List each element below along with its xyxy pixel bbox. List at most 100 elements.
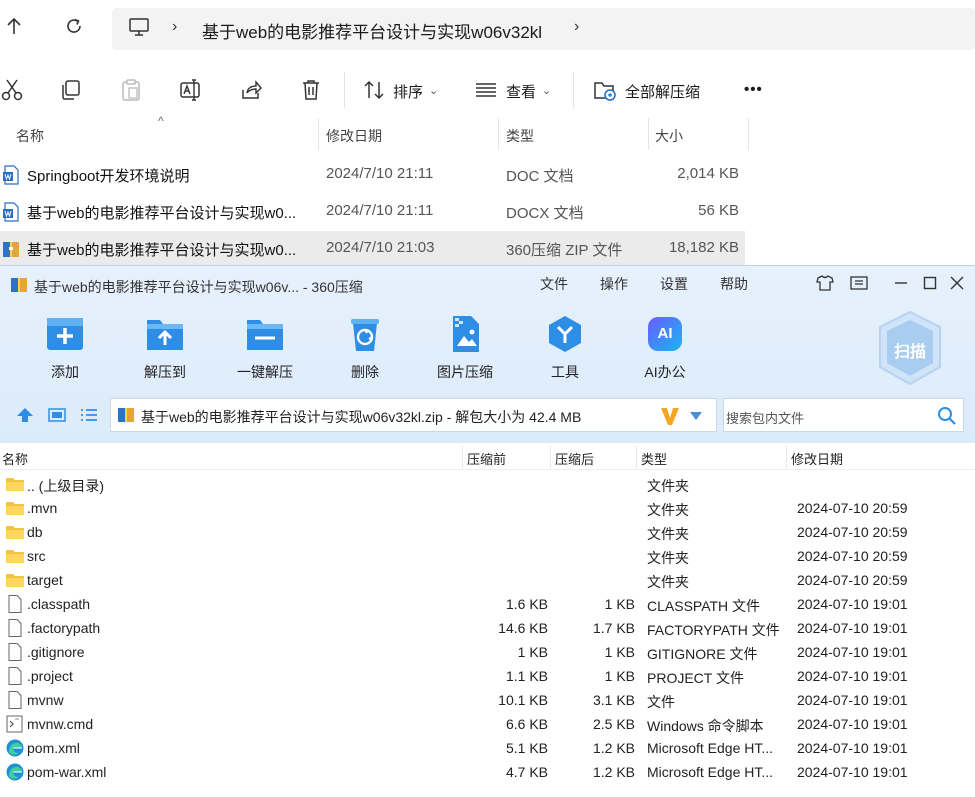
feedback-icon[interactable]: [848, 272, 870, 294]
zip-entry-row[interactable]: mvnw 10.1 KB 3.1 KB 文件 2024-07-10 19:01: [0, 688, 975, 712]
dropdown-arrow-icon[interactable]: [689, 411, 703, 421]
zip-entry-row[interactable]: .mvn 文件夹 2024-07-10 20:59: [0, 496, 975, 520]
file-row[interactable]: 基于web的电影推荐平台设计与实现w0... 2024/7/10 21:11 D…: [0, 194, 745, 228]
folder-icon: [6, 478, 24, 491]
entry-name: db: [27, 524, 43, 540]
chevron-right-icon[interactable]: ›: [574, 18, 579, 36]
zip-entry-row[interactable]: mvnw.cmd 6.6 KB 2.5 KB Windows 命令脚本 2024-07-…: [0, 712, 975, 736]
refresh-icon[interactable]: [60, 12, 88, 40]
entry-size-before: 6.6 KB: [505, 716, 548, 732]
entry-size-before: 1 KB: [517, 644, 548, 660]
paste-icon[interactable]: [119, 78, 143, 102]
list-view-icon[interactable]: [80, 407, 98, 423]
zip-entry-row[interactable]: .project 1.1 KB 1 KB PROJECT 文件 2024-07-10 1…: [0, 664, 975, 688]
zip-entry-row[interactable]: .. (上级目录) 文件夹: [0, 472, 975, 496]
column-name[interactable]: 名称: [2, 449, 28, 468]
delete-icon[interactable]: [299, 78, 323, 102]
address-bar[interactable]: › 基于web的电影推荐平台设计与实现w06v32kl ›: [112, 8, 975, 50]
entry-name: src: [27, 548, 46, 564]
sort-icon[interactable]: [362, 78, 386, 102]
one-click-folder-icon: [247, 320, 283, 350]
entry-type: CLASSPATH 文件: [647, 598, 761, 614]
column-divider[interactable]: [318, 118, 319, 150]
tools-button[interactable]: 工具: [525, 312, 605, 382]
one-click-extract-button[interactable]: 一键解压: [225, 312, 305, 382]
more-options-button[interactable]: •••: [744, 81, 763, 98]
chevron-right-icon[interactable]: ›: [172, 18, 177, 36]
menu-help[interactable]: 帮助: [720, 274, 748, 294]
thumbnail-view-icon[interactable]: [48, 407, 66, 423]
zip-entry-row[interactable]: pom-war.xml 4.7 KB 1.2 KB Microsoft Edge HT…: [0, 760, 975, 784]
entry-type: 文件夹: [647, 574, 689, 590]
entry-size-after: 3.1 KB: [592, 692, 635, 708]
file-row[interactable]: Springboot开发环境说明 2024/7/10 21:11 DOC 文档 …: [0, 157, 745, 191]
zip-entry-row[interactable]: .classpath 1.6 KB 1 KB CLASSPATH 文件 2024-07-…: [0, 592, 975, 616]
zip-entry-row[interactable]: pom.xml 5.1 KB 1.2 KB Microsoft Edge HT... 2…: [0, 736, 975, 760]
tools-label: 工具: [551, 364, 579, 380]
column-divider[interactable]: [748, 118, 749, 150]
up-level-icon[interactable]: [16, 407, 34, 423]
add-button[interactable]: 添加: [25, 312, 105, 382]
search-in-archive[interactable]: 搜索包内文件: [723, 398, 964, 432]
archive-path-text: 基于web的电影推荐平台设计与实现w06v32kl.zip - 解包大小为 42…: [141, 409, 582, 425]
zip-entry-row[interactable]: src 文件夹 2024-07-10 20:59: [0, 544, 975, 568]
close-icon[interactable]: [946, 272, 968, 294]
entry-date: 2024-07-10 19:01: [797, 764, 908, 780]
column-type[interactable]: 类型: [641, 449, 667, 468]
file-icon: [8, 691, 22, 709]
chevron-down-icon[interactable]: ⌄: [429, 84, 438, 97]
file-icon: [8, 643, 22, 661]
column-date[interactable]: 修改日期: [791, 449, 843, 468]
file-type: DOC 文档: [506, 168, 574, 185]
column-date[interactable]: 修改日期: [326, 126, 382, 146]
zip-entry-row[interactable]: target 文件夹 2024-07-10 20:59: [0, 568, 975, 592]
extract-to-button[interactable]: 解压到: [125, 312, 205, 382]
menu-settings[interactable]: 设置: [660, 274, 688, 294]
sort-button[interactable]: 排序: [393, 81, 423, 102]
chevron-down-icon[interactable]: ⌄: [542, 84, 551, 97]
entry-size-after: 1 KB: [604, 668, 635, 684]
image-compress-button[interactable]: 图片压缩: [425, 312, 505, 382]
column-divider[interactable]: [636, 446, 637, 468]
rename-icon[interactable]: [179, 78, 203, 102]
search-icon[interactable]: [937, 406, 957, 426]
breadcrumb-folder[interactable]: 基于web的电影推荐平台设计与实现w06v32kl: [202, 18, 542, 43]
zip-entry-row[interactable]: db 文件夹 2024-07-10 20:59: [0, 520, 975, 544]
maximize-icon[interactable]: [919, 272, 941, 294]
v-logo-icon[interactable]: [659, 405, 681, 427]
menu-operate[interactable]: 操作: [600, 274, 628, 294]
cut-icon[interactable]: [0, 78, 24, 102]
column-type[interactable]: 类型: [506, 126, 534, 146]
zip-entry-row[interactable]: .gitignore 1 KB 1 KB GITIGNORE 文件 2024-07-10…: [0, 640, 975, 664]
entry-type: 文件夹: [647, 478, 689, 494]
column-divider[interactable]: [462, 446, 463, 468]
column-after[interactable]: 压缩后: [555, 449, 594, 468]
extract-all-button[interactable]: 全部解压缩: [625, 81, 700, 102]
column-name[interactable]: 名称: [16, 126, 44, 146]
column-divider[interactable]: [648, 118, 649, 150]
entry-name: .factorypath: [27, 620, 101, 636]
delete-button[interactable]: 删除: [325, 312, 405, 382]
ai-office-button[interactable]: AI AI办公: [625, 312, 705, 382]
archive-path-field[interactable]: 基于web的电影推荐平台设计与实现w06v32kl.zip - 解包大小为 42…: [110, 398, 717, 432]
column-divider[interactable]: [786, 446, 787, 468]
column-before[interactable]: 压缩前: [467, 449, 506, 468]
up-arrow-icon[interactable]: [0, 12, 28, 40]
column-divider[interactable]: [550, 446, 551, 468]
copy-icon[interactable]: [59, 78, 83, 102]
zip-entry-row[interactable]: .factorypath 14.6 KB 1.7 KB FACTORYPATH 文件 2…: [0, 616, 975, 640]
column-size[interactable]: 大小: [655, 126, 683, 146]
menu-file[interactable]: 文件: [540, 274, 568, 294]
window-title: 基于web的电影推荐平台设计与实现w06v... - 360压缩: [34, 279, 363, 295]
view-button[interactable]: 查看: [506, 81, 536, 102]
file-type: DOCX 文档: [506, 205, 584, 222]
scan-button[interactable]: 扫描: [876, 310, 944, 386]
column-divider[interactable]: [498, 118, 499, 150]
skin-shirt-icon[interactable]: [814, 272, 836, 294]
minimize-icon[interactable]: [890, 272, 912, 294]
extract-all-icon[interactable]: [593, 78, 617, 102]
view-lines-icon[interactable]: [474, 78, 498, 102]
file-row-selected[interactable]: 基于web的电影推荐平台设计与实现w0... 2024/7/10 21:03 3…: [0, 231, 745, 265]
share-icon[interactable]: [239, 78, 263, 102]
entry-name: mvnw: [27, 692, 64, 708]
